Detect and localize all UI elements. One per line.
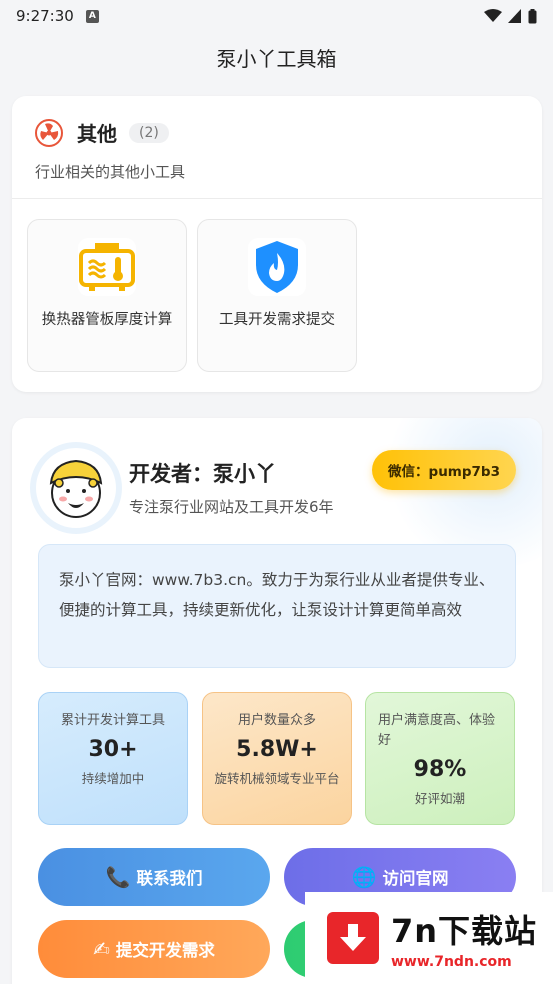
- status-bar: 9:27:30 A: [0, 0, 553, 32]
- stat-value: 5.8W+: [236, 737, 318, 762]
- avatar: [36, 448, 116, 528]
- site-watermark: 7n下载站 www.7ndn.com: [305, 892, 553, 984]
- developer-intro: 泵小丫官网：www.7b3.cn。致力于为泵行业从业者提供专业、便捷的计算工具，…: [38, 544, 516, 668]
- accessibility-notification-icon: A: [85, 9, 99, 23]
- tool-label: 换热器管板厚度计算: [41, 312, 173, 328]
- section-count-badge: (2): [129, 122, 169, 143]
- wechat-badge-button[interactable]: 微信：pump7b3: [372, 450, 516, 490]
- stat-card-satisfaction: 用户满意度高、体验好 98% 好评如潮: [365, 692, 515, 825]
- button-label: 联系我们: [136, 869, 203, 888]
- page-title: 泵小丫工具箱: [216, 46, 337, 71]
- other-tools-card: 其他 (2) 行业相关的其他小工具 换热器管板厚度计算 工具开发需求提交: [12, 96, 542, 392]
- stat-note: 持续增加中: [81, 771, 145, 786]
- tool-label: 工具开发需求提交: [219, 312, 335, 328]
- developer-name: 开发者：泵小丫: [129, 462, 276, 486]
- stat-label: 用户满意度高、体验好: [378, 713, 496, 748]
- stat-value: 98%: [413, 757, 467, 782]
- contact-us-button[interactable]: 📞 联系我们: [38, 848, 270, 906]
- download-arrow-icon: [327, 912, 379, 964]
- stat-note: 旋转机械领域专业平台: [214, 771, 340, 786]
- other-section-header: 其他 (2): [12, 96, 542, 147]
- stat-card-tools: 累计开发计算工具 30+ 持续增加中: [38, 692, 188, 825]
- button-label: 提交开发需求: [115, 941, 215, 960]
- submit-request-button[interactable]: ✍ 提交开发需求: [38, 920, 270, 978]
- stat-note: 好评如潮: [414, 791, 465, 806]
- globe-icon: 🌐: [351, 865, 377, 889]
- stat-label: 用户数量众多: [237, 713, 316, 728]
- app-bar: 泵小丫工具箱: [0, 32, 553, 82]
- divider: [12, 198, 542, 199]
- stat-value: 30+: [88, 737, 138, 762]
- tool-heat-exchanger[interactable]: 换热器管板厚度计算: [27, 219, 187, 372]
- status-time: 9:27:30: [16, 7, 74, 25]
- developer-subtitle: 专注泵行业网站及工具开发6年: [129, 498, 334, 516]
- shield-fire-icon: [248, 238, 306, 296]
- watermark-url: www.7ndn.com: [391, 954, 512, 970]
- section-title: 其他: [77, 122, 117, 146]
- battery-icon: [528, 8, 537, 23]
- tool-dev-request[interactable]: 工具开发需求提交: [197, 219, 357, 372]
- fan-icon: [35, 118, 63, 147]
- wifi-icon: [484, 9, 502, 22]
- stat-card-users: 用户数量众多 5.8W+ 旋转机械领域专业平台: [202, 692, 352, 825]
- watermark-title: 7n下载站: [391, 912, 538, 950]
- phone-icon: 📞: [105, 865, 131, 889]
- stat-label: 累计开发计算工具: [60, 713, 165, 728]
- button-label: 访问官网: [382, 869, 449, 888]
- heat-exchanger-icon: [78, 238, 136, 296]
- pencil-icon: ✍: [93, 937, 110, 961]
- section-description: 行业相关的其他小工具: [35, 163, 186, 181]
- signal-icon: [508, 9, 521, 23]
